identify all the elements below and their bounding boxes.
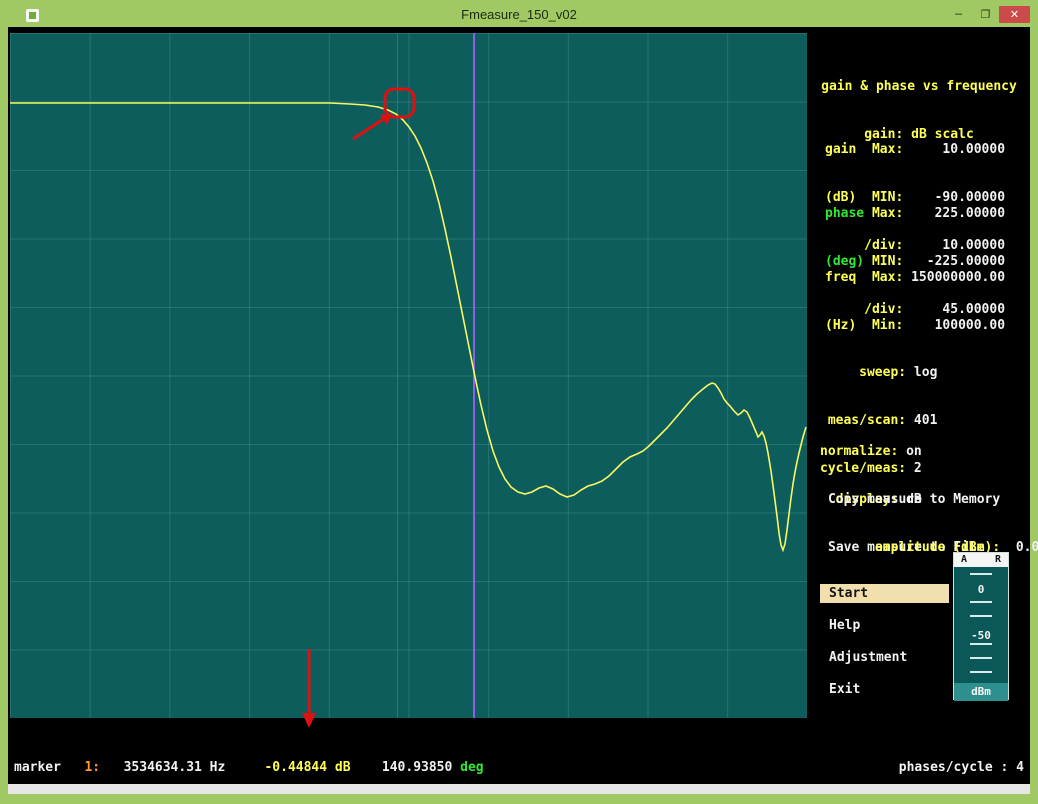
- menu-item-adjustment[interactable]: Adjustment: [829, 650, 907, 666]
- content-area: gain & phase vs frequency gain: dB scalc…: [8, 27, 1030, 784]
- plot-area[interactable]: [10, 33, 807, 718]
- marker1-row: marker 1: 3534634.31 Hz -0.44844 dB 140.…: [14, 760, 484, 776]
- normalize-value: on: [898, 444, 921, 459]
- menu-item-exit[interactable]: Exit: [829, 682, 860, 698]
- bottom-strip: [8, 784, 1030, 794]
- marker1-deg: 140.93850: [351, 760, 453, 775]
- meter-channel-r-label: R: [995, 553, 1001, 567]
- sweep-label: sweep:: [820, 365, 906, 380]
- normalize-label: normalize:: [820, 444, 898, 459]
- gain-max-row: gain Max: 10.00000: [825, 142, 1005, 158]
- freq-max-value: 150000000.00: [903, 270, 1005, 285]
- phase-max-label: Max:: [864, 206, 903, 221]
- meter-unit-label: dBm: [954, 683, 1008, 701]
- window-title: Fmeasure_150_v02: [0, 7, 1038, 22]
- normalize-row[interactable]: normalize: on: [820, 444, 922, 460]
- minimize-button[interactable]: ─: [945, 6, 972, 23]
- maximize-button[interactable]: ❐: [972, 6, 999, 23]
- start-label: Start: [829, 586, 868, 601]
- menu-item-help[interactable]: Help: [829, 618, 860, 634]
- plot-svg: [10, 33, 807, 718]
- freq-max-label: freq Max:: [825, 270, 903, 285]
- copy-measure-button[interactable]: Copy measure to Memory: [828, 492, 1000, 508]
- marker1-db: -0.44844: [225, 760, 327, 775]
- marker1-number: 1:: [69, 760, 100, 775]
- menu-item-start[interactable]: Start: [820, 584, 949, 603]
- phase-max-row: phase Max: 225.00000: [825, 206, 1005, 222]
- phases-per-cycle: phases/cycle : 4: [813, 760, 1024, 776]
- marker1-label: marker: [14, 760, 69, 775]
- gain-max-label: gain Max:: [825, 142, 903, 157]
- window-controls: ─ ❐ ✕: [945, 6, 1030, 23]
- panel-header-line1: gain & phase vs frequency: [807, 79, 1031, 95]
- app-window: Fmeasure_150_v02 ─ ❐ ✕ gain & phase vs f…: [0, 0, 1038, 804]
- meter-label-minus50: -50: [954, 629, 1008, 642]
- marker1-db-unit: dB: [327, 760, 350, 775]
- gain-curve: [10, 103, 806, 550]
- meter-scale: 0 -50: [954, 567, 1008, 683]
- sweep-row: sweep: log: [820, 365, 937, 381]
- marker1-deg-unit: deg: [452, 760, 483, 775]
- meter-channel-a-label: A: [961, 553, 967, 567]
- freq-min-row: (Hz) Min: 100000.00: [825, 318, 1005, 334]
- marker1-hz-unit: Hz: [202, 760, 225, 775]
- level-meter: A R 0 -50 dBm: [953, 552, 1009, 700]
- marker1-freq: 3534634.31: [100, 760, 202, 775]
- freq-min-value: 100000.00: [903, 318, 1005, 333]
- phase-label: phase: [825, 206, 864, 221]
- close-button[interactable]: ✕: [999, 6, 1030, 23]
- meter-label-0: 0: [954, 583, 1008, 596]
- freq-max-row: freq Max: 150000000.00: [825, 270, 1005, 286]
- titlebar: Fmeasure_150_v02 ─ ❐ ✕: [0, 0, 1038, 27]
- gain-max-value: 10.00000: [903, 142, 1005, 157]
- phase-max-value: 225.00000: [903, 206, 1005, 221]
- sweep-value: log: [906, 365, 937, 380]
- meter-channels: A R: [954, 553, 1008, 567]
- freq-min-label: (Hz) Min:: [825, 318, 903, 333]
